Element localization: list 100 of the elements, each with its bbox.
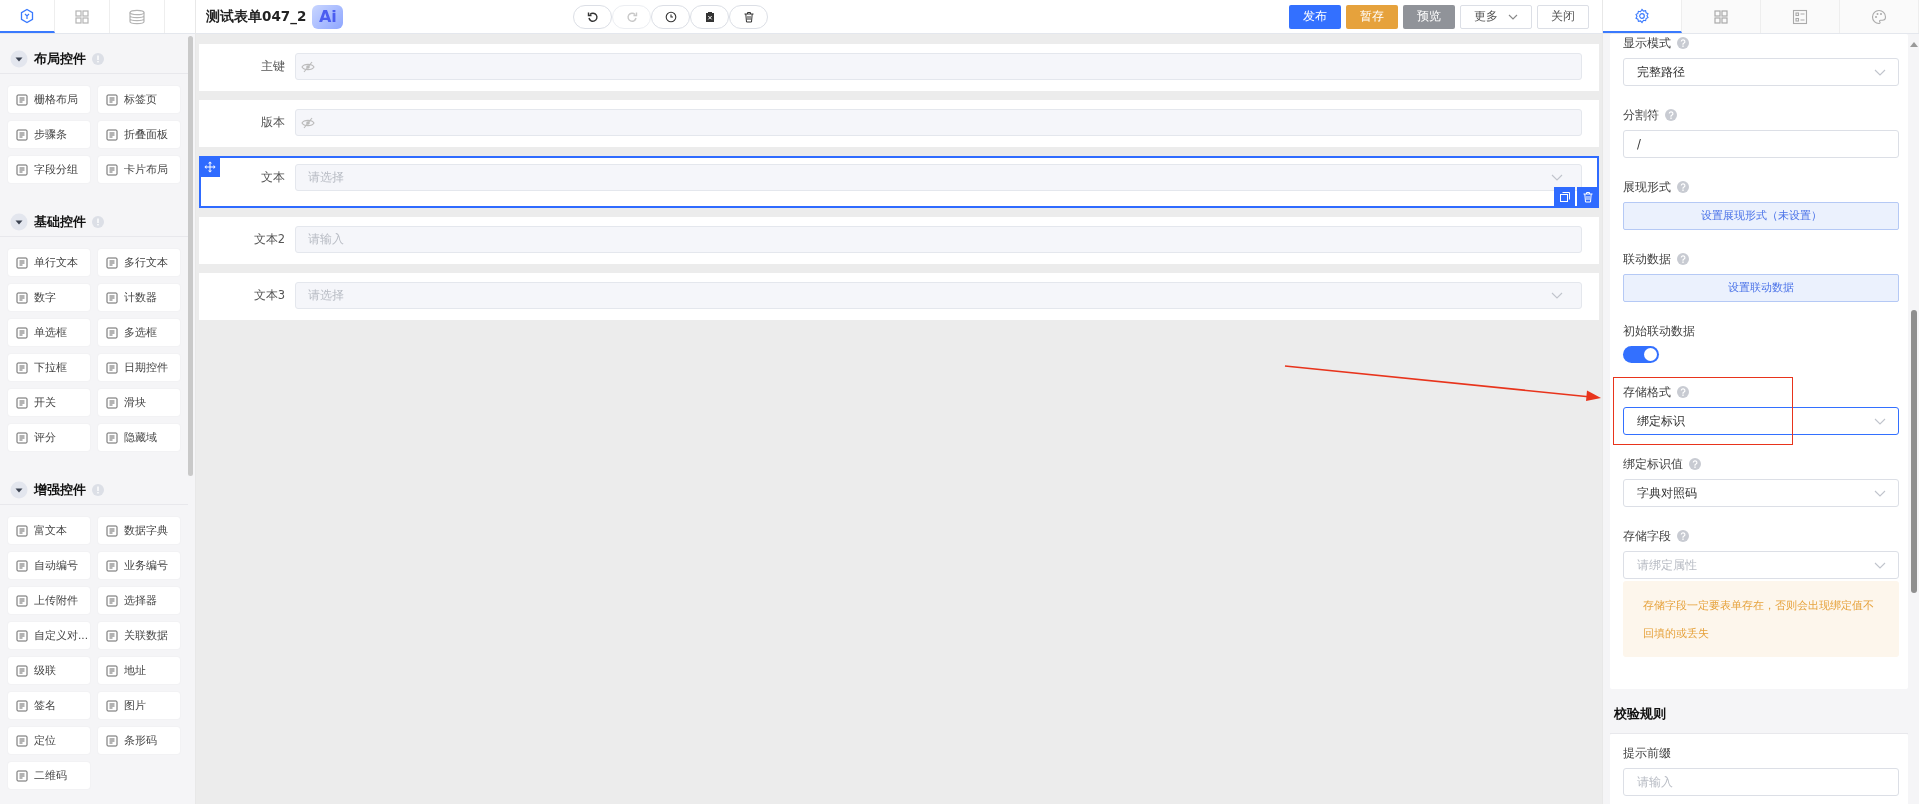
eye-slash-icon bbox=[301, 60, 315, 73]
widget-item[interactable]: 级联 bbox=[8, 657, 90, 684]
widget-item[interactable]: 上传附件 bbox=[8, 587, 90, 614]
widget-item[interactable]: 计数器 bbox=[98, 284, 180, 311]
help-icon[interactable] bbox=[1677, 530, 1689, 542]
widget-icon bbox=[106, 396, 118, 409]
input-field[interactable]: / bbox=[1623, 130, 1899, 158]
widget-icon bbox=[16, 734, 28, 747]
widget-item[interactable]: 多行文本 bbox=[98, 249, 180, 276]
widget-icon bbox=[106, 431, 118, 444]
widget-item[interactable]: 自动编号 bbox=[8, 552, 90, 579]
select-field[interactable]: 完整路径 bbox=[1623, 58, 1899, 86]
input-field[interactable] bbox=[295, 109, 1582, 136]
action-button[interactable]: 发布 bbox=[1289, 4, 1341, 29]
widget-item[interactable]: 图片 bbox=[98, 692, 180, 719]
field-label: 文本3 bbox=[253, 287, 285, 304]
collapse-caret-icon[interactable] bbox=[10, 49, 28, 68]
widget-item[interactable]: 日期控件 bbox=[98, 354, 180, 381]
help-icon[interactable] bbox=[1677, 181, 1689, 193]
warning-note: 存储字段一定要表单存在，否则会出现绑定值不回填的或丢失 bbox=[1623, 581, 1899, 657]
property-label: 存储字段 bbox=[1623, 528, 1671, 544]
widget-item[interactable]: 卡片布局 bbox=[98, 156, 180, 183]
help-icon[interactable] bbox=[1689, 458, 1701, 470]
property-label: 提示前缀 bbox=[1623, 745, 1671, 761]
help-icon[interactable] bbox=[1677, 253, 1689, 265]
redo-icon bbox=[625, 10, 638, 23]
widget-icon bbox=[106, 93, 118, 106]
widget-item[interactable]: 折叠面板 bbox=[98, 121, 180, 148]
widget-item[interactable]: 业务编号 bbox=[98, 552, 180, 579]
property-label: 联动数据 bbox=[1623, 251, 1671, 267]
property-label: 分割符 bbox=[1623, 107, 1659, 123]
info-icon bbox=[92, 52, 104, 65]
widget-item[interactable]: 滑块 bbox=[98, 389, 180, 416]
toggle-switch[interactable] bbox=[1623, 346, 1659, 363]
help-icon[interactable] bbox=[1665, 109, 1677, 121]
widget-item[interactable]: 下拉框 bbox=[8, 354, 90, 381]
toolbar-button[interactable] bbox=[690, 4, 730, 29]
widget-item[interactable]: 二维码 bbox=[8, 762, 90, 789]
select-field[interactable]: 字典对照码 bbox=[1623, 479, 1899, 507]
widget-item[interactable]: 单行文本 bbox=[8, 249, 90, 276]
toolbar-button[interactable] bbox=[573, 4, 613, 29]
properties-tab[interactable] bbox=[1603, 0, 1682, 33]
collapse-caret-icon[interactable] bbox=[10, 212, 28, 231]
widget-icon bbox=[16, 326, 28, 339]
field-label: 版本 bbox=[261, 114, 285, 131]
widget-item[interactable]: 隐藏域 bbox=[98, 424, 180, 451]
widget-item[interactable]: 数据字典 bbox=[98, 517, 180, 544]
widget-item[interactable]: 字段分组 bbox=[8, 156, 90, 183]
toolbar-button[interactable] bbox=[651, 4, 691, 29]
widget-icon bbox=[16, 163, 28, 176]
help-icon[interactable] bbox=[1677, 37, 1689, 49]
widget-icon bbox=[106, 664, 118, 677]
properties-tab[interactable] bbox=[1682, 0, 1761, 33]
widget-item[interactable]: 富文本 bbox=[8, 517, 90, 544]
scroll-up-icon[interactable] bbox=[1909, 42, 1918, 47]
collapse-caret-icon[interactable] bbox=[10, 480, 28, 499]
scrollbar-thumb[interactable] bbox=[188, 36, 193, 476]
input-field[interactable] bbox=[295, 53, 1582, 80]
action-button[interactable]: 更多 bbox=[1460, 4, 1532, 29]
widget-item[interactable]: 标签页 bbox=[98, 86, 180, 113]
chevron-down-icon bbox=[1874, 417, 1886, 425]
widget-item[interactable]: 签名 bbox=[8, 692, 90, 719]
action-button[interactable]: 关闭 bbox=[1537, 4, 1589, 29]
widget-item[interactable]: 单选框 bbox=[8, 319, 90, 346]
help-icon[interactable] bbox=[1677, 386, 1689, 398]
move-handle-icon[interactable] bbox=[200, 157, 220, 177]
widget-item[interactable]: 开关 bbox=[8, 389, 90, 416]
widget-item[interactable]: 选择器 bbox=[98, 587, 180, 614]
widget-item[interactable]: 定位 bbox=[8, 727, 90, 754]
form-field-row[interactable]: 文本3 请选择 bbox=[199, 273, 1599, 320]
select-field[interactable]: 绑定标识 bbox=[1623, 407, 1899, 435]
widget-icon bbox=[16, 93, 28, 106]
widget-item[interactable]: 条形码 bbox=[98, 727, 180, 754]
widget-item[interactable]: 步骤条 bbox=[8, 121, 90, 148]
widget-item[interactable]: 自定义对... bbox=[8, 622, 90, 649]
widget-icon bbox=[106, 128, 118, 141]
scrollbar-thumb[interactable] bbox=[1910, 310, 1917, 593]
properties-tab[interactable] bbox=[1761, 0, 1840, 33]
widget-item[interactable]: 地址 bbox=[98, 657, 180, 684]
widget-item[interactable]: 多选框 bbox=[98, 319, 180, 346]
widget-item[interactable]: 评分 bbox=[8, 424, 90, 451]
widget-item[interactable]: 栅格布局 bbox=[8, 86, 90, 113]
form-list-icon bbox=[1792, 8, 1808, 25]
widget-icon bbox=[106, 163, 118, 176]
delete-button[interactable] bbox=[1577, 187, 1598, 207]
grid-icon bbox=[1713, 8, 1729, 25]
palette-icon bbox=[1871, 8, 1887, 25]
clipboard-clear-icon bbox=[703, 10, 716, 23]
widget-item[interactable]: 关联数据 bbox=[98, 622, 180, 649]
chevron-down-icon bbox=[1874, 68, 1886, 76]
form-field-row[interactable]: 文本 请选择 bbox=[199, 156, 1599, 208]
widget-icon bbox=[16, 396, 28, 409]
field-label: 文本 bbox=[261, 169, 285, 186]
copy-button[interactable] bbox=[1554, 187, 1575, 207]
widget-icon bbox=[16, 769, 28, 782]
setting-button[interactable]: 设置联动数据 bbox=[1623, 274, 1899, 302]
setting-button[interactable]: 设置展现形式（未设置） bbox=[1623, 202, 1899, 230]
widget-item[interactable]: 数字 bbox=[8, 284, 90, 311]
form-field-row[interactable]: 版本 bbox=[199, 100, 1599, 147]
form-field-row[interactable]: 主键 bbox=[199, 44, 1599, 91]
